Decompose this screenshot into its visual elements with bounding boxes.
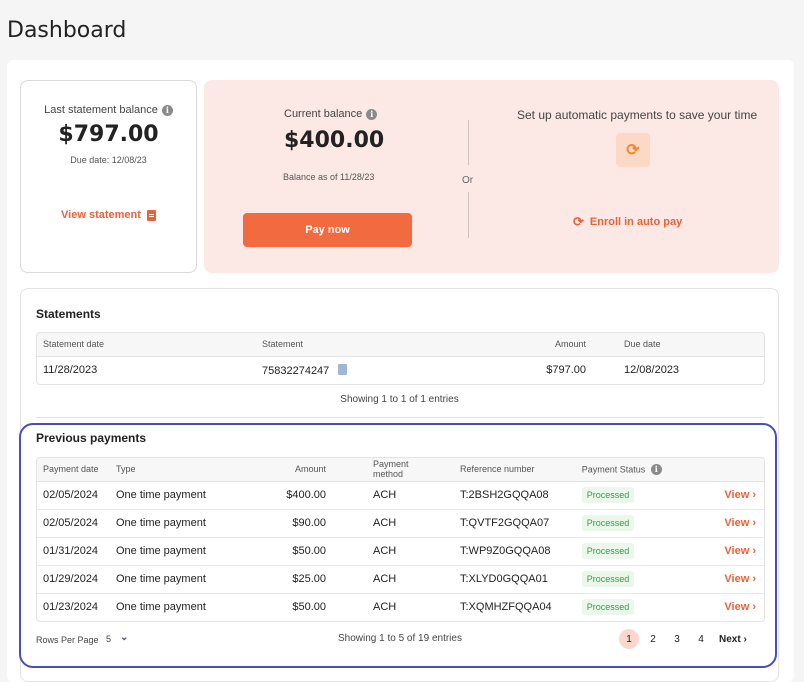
view-statement-link[interactable]: View statement <box>61 209 156 221</box>
refresh-icon: ⟳ <box>573 214 584 229</box>
due-date: Due date: 12/08/23 <box>70 155 147 165</box>
last-statement-label: Last statement balance <box>44 104 158 116</box>
page-button-2[interactable]: 2 <box>643 629 663 649</box>
pagination-bar: Rows Per Page 5 ⌄ Showing 1 to 5 of 19 e… <box>36 629 761 649</box>
next-page-button[interactable]: Next › <box>719 634 747 645</box>
info-icon[interactable]: i <box>366 108 378 120</box>
statements-title: Statements <box>36 307 101 321</box>
info-icon[interactable]: i <box>161 104 173 116</box>
statement-number[interactable]: 75832274247 <box>262 365 329 377</box>
page-button-4[interactable]: 4 <box>691 629 711 649</box>
page-title: Dashboard <box>7 18 127 43</box>
autopay-text: Set up automatic payments to save your t… <box>517 108 758 122</box>
table-header: Statement date Statement Amount Due date <box>37 333 764 357</box>
table-row: 11/28/2023 75832274247 $797.00 12/08/202… <box>43 363 680 377</box>
last-statement-card: Last statement balance i $797.00 Due dat… <box>20 80 197 273</box>
enroll-autopay-link[interactable]: ⟳ Enroll in auto pay <box>573 214 682 230</box>
or-separator: Or <box>462 175 474 186</box>
pay-now-button[interactable]: Pay now <box>243 213 412 247</box>
last-statement-amount: $797.00 <box>58 122 159 147</box>
document-icon[interactable] <box>338 363 348 375</box>
rows-per-page-select[interactable]: 5 <box>106 634 111 644</box>
current-balance-card: Current balance i $400.00 Balance as of … <box>204 80 779 273</box>
autopay-refresh-icon: ⟳ <box>616 133 650 167</box>
rows-per-page-label: Rows Per Page <box>36 635 99 645</box>
statements-table: Statement date Statement Amount Due date… <box>36 332 765 385</box>
divider-line <box>468 120 469 165</box>
pdf-icon <box>146 209 156 221</box>
chevron-right-icon: › <box>743 633 747 645</box>
payments-showing-text: Showing 1 to 5 of 19 entries <box>338 633 462 644</box>
balance-as-of: Balance as of 11/28/23 <box>283 172 375 182</box>
current-balance-amount: $400.00 <box>284 128 385 153</box>
section-divider <box>36 417 764 418</box>
chevron-down-icon[interactable]: ⌄ <box>120 632 128 643</box>
page-button-1[interactable]: 1 <box>619 629 639 649</box>
statements-showing-text: Showing 1 to 1 of 1 entries <box>340 394 459 405</box>
current-balance-label: Current balance <box>284 108 363 120</box>
divider-line <box>468 192 469 238</box>
pager: 1 2 3 4 Next › <box>619 629 747 649</box>
page-button-3[interactable]: 3 <box>667 629 687 649</box>
